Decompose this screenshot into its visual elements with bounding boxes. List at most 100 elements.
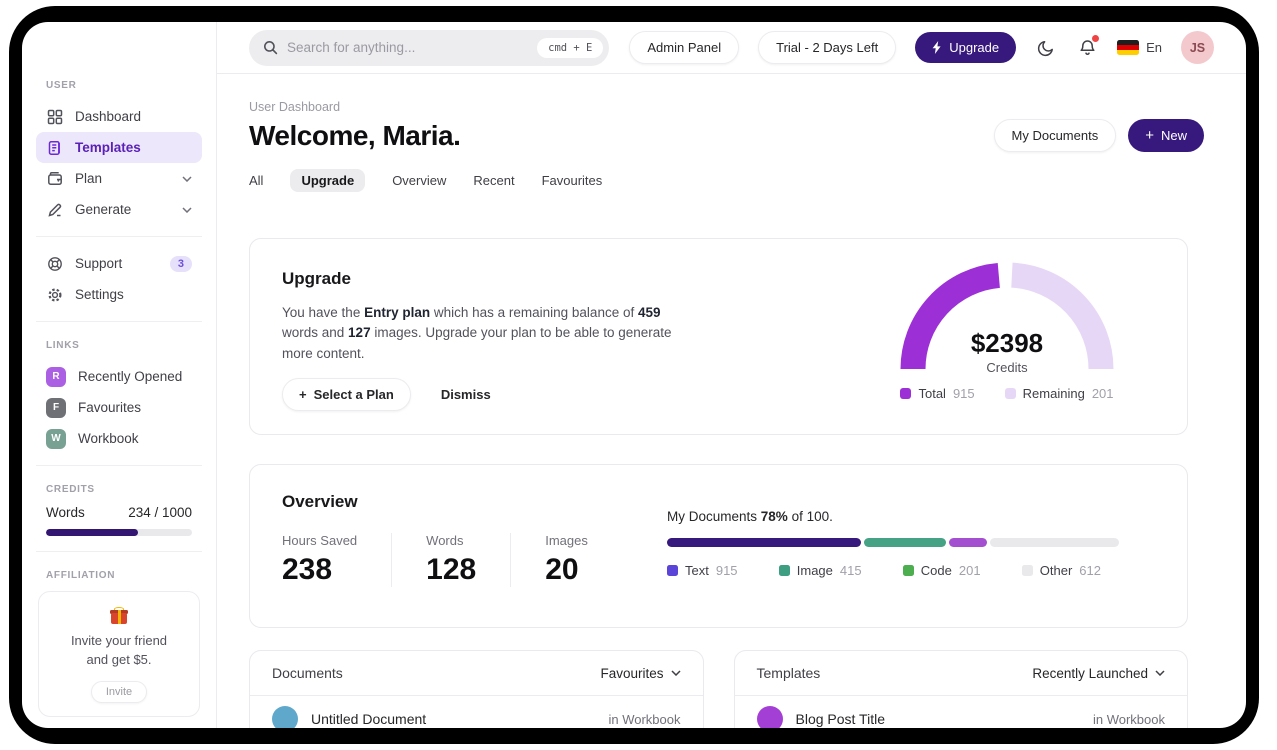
template-location: in Workbook: [1092, 711, 1165, 727]
legend-other: Other 612: [1021, 563, 1101, 578]
invite-button[interactable]: Invite: [90, 680, 148, 703]
dashboard-grid-icon: [46, 108, 63, 125]
search-icon: [263, 40, 278, 55]
template-list-item[interactable]: Blog Post Title in Workbook: [735, 696, 1188, 728]
link-initial-badge: R: [46, 366, 66, 387]
sidebar-item-plan[interactable]: Plan: [36, 163, 202, 194]
templates-document-icon: [46, 139, 63, 156]
credits-progress-fill: [46, 529, 138, 536]
dismiss-button[interactable]: Dismiss: [441, 387, 491, 402]
bar-segment-other: [990, 538, 1119, 547]
sidebar-item-label: Workbook: [78, 431, 139, 446]
chevron-down-icon: [182, 175, 192, 182]
credits-label: Words: [46, 505, 85, 520]
select-plan-button[interactable]: + Select a Plan: [282, 377, 411, 411]
sidebar-item-label: Plan: [75, 171, 103, 186]
tab-upgrade[interactable]: Upgrade: [290, 169, 366, 192]
documents-usage-chart: My Documents 78% of 100. Text 915 Image …: [667, 509, 1119, 578]
search-bar[interactable]: cmd + E: [249, 29, 610, 66]
lifebuoy-icon: [46, 255, 63, 272]
templates-card-title: Templates: [756, 665, 821, 681]
sidebar-item-settings[interactable]: Settings: [36, 279, 202, 310]
bar-segment-code: [948, 538, 988, 547]
documents-progress-text: My Documents 78% of 100.: [667, 509, 833, 524]
search-shortcut-kbd: cmd + E: [537, 37, 604, 58]
template-title: Blog Post Title: [795, 711, 886, 727]
sidebar-item-support[interactable]: Support 3: [36, 248, 202, 279]
pencil-icon: [46, 201, 63, 218]
admin-panel-button[interactable]: Admin Panel: [629, 31, 740, 64]
sidebar-divider: [36, 551, 202, 552]
sidebar-item-dashboard[interactable]: Dashboard: [36, 101, 202, 132]
upgrade-button[interactable]: Upgrade: [915, 32, 1017, 63]
tab-recent[interactable]: Recent: [473, 169, 514, 192]
credits-row: Words 234 / 1000: [36, 505, 202, 520]
new-button[interactable]: + New: [1128, 119, 1204, 152]
bar-segment-image: [864, 538, 946, 547]
sidebar-section-affiliation: AFFILIATION: [46, 570, 116, 581]
search-input[interactable]: [287, 40, 529, 55]
sidebar-divider: [36, 321, 202, 322]
trial-days-left-button[interactable]: Trial - 2 Days Left: [758, 31, 897, 64]
main-area: cmd + E Admin Panel Trial - 2 Days Left …: [217, 22, 1246, 728]
sidebar-link-favourites[interactable]: F Favourites: [36, 392, 202, 423]
gear-icon: [46, 286, 63, 303]
page-content: User Dashboard Welcome, Maria. My Docume…: [217, 74, 1246, 728]
documents-filter-dropdown[interactable]: Favourites: [600, 666, 681, 681]
chevron-down-icon: [670, 670, 681, 676]
link-initial-badge: W: [46, 428, 66, 449]
sidebar-link-workbook[interactable]: W Workbook: [36, 423, 202, 454]
dark-mode-moon-icon[interactable]: [1035, 37, 1057, 59]
chevron-down-icon: [182, 206, 192, 213]
affiliation-card: Invite your friend and get $5. Invite: [38, 591, 200, 717]
my-documents-button[interactable]: My Documents: [993, 119, 1117, 152]
language-switcher[interactable]: En: [1117, 40, 1162, 55]
credits-gauge-chart: $2398 Credits Total 915 Remaining 201: [895, 257, 1119, 401]
sidebar-item-generate[interactable]: Generate: [36, 194, 202, 225]
user-avatar[interactable]: JS: [1181, 31, 1214, 64]
sidebar-item-label: Recently Opened: [78, 369, 183, 384]
upgrade-card: Upgrade You have the Entry plan which ha…: [249, 238, 1188, 435]
overview-card: Overview Hours Saved 238 Words 128 Image…: [249, 464, 1188, 628]
sidebar-item-label: Support: [75, 256, 123, 271]
document-avatar: [272, 706, 298, 728]
affiliation-text: Invite your friend and get $5.: [70, 633, 168, 667]
template-avatar: [756, 706, 783, 728]
plus-icon: +: [1145, 127, 1154, 144]
templates-filter-dropdown[interactable]: Recently Launched: [1032, 666, 1165, 681]
stat-words: Words 128: [391, 533, 510, 587]
sidebar-item-label: Settings: [75, 287, 124, 302]
topbar: cmd + E Admin Panel Trial - 2 Days Left …: [217, 22, 1246, 74]
sidebar-item-label: Favourites: [78, 400, 142, 415]
gift-icon: [110, 607, 128, 624]
app-window: USER Dashboard Templates Plan Generate S…: [22, 22, 1246, 728]
sidebar-link-recently-opened[interactable]: R Recently Opened: [36, 361, 202, 392]
document-list-item[interactable]: Untitled Document in Workbook: [250, 696, 703, 728]
page-title: Welcome, Maria.: [249, 119, 461, 151]
document-title: Untitled Document: [311, 711, 427, 727]
wallet-icon: [46, 170, 63, 187]
legend-total: Total 915: [900, 386, 975, 401]
credits-progress-track: [46, 529, 192, 536]
stat-hours-saved: Hours Saved 238: [282, 533, 358, 586]
legend-remaining: Remaining 201: [1004, 386, 1114, 401]
document-location: in Workbook: [608, 711, 681, 727]
legend-swatch: [1004, 388, 1016, 399]
credits-value: 234 / 1000: [128, 505, 192, 520]
sidebar-section-links: LINKS: [46, 340, 80, 351]
lightning-bolt-icon: [932, 41, 942, 54]
legend-code: Code 201: [902, 563, 981, 578]
documents-card-title: Documents: [272, 665, 343, 681]
sidebar-item-label: Generate: [75, 202, 132, 217]
sidebar: USER Dashboard Templates Plan Generate S…: [22, 22, 217, 728]
tab-all[interactable]: All: [249, 169, 263, 192]
bar-legend: Text 915 Image 415 Code 201 Other 612: [667, 563, 1119, 578]
sidebar-item-label: Dashboard: [75, 109, 142, 124]
filter-tabs: All Upgrade Overview Recent Favourites: [249, 169, 1214, 192]
legend-text: Text 915: [667, 563, 738, 578]
tab-overview[interactable]: Overview: [392, 169, 446, 192]
notifications-bell-icon[interactable]: [1076, 34, 1100, 59]
locale-label: En: [1146, 40, 1162, 55]
sidebar-item-templates[interactable]: Templates: [36, 132, 202, 163]
tab-favourites[interactable]: Favourites: [542, 169, 603, 192]
